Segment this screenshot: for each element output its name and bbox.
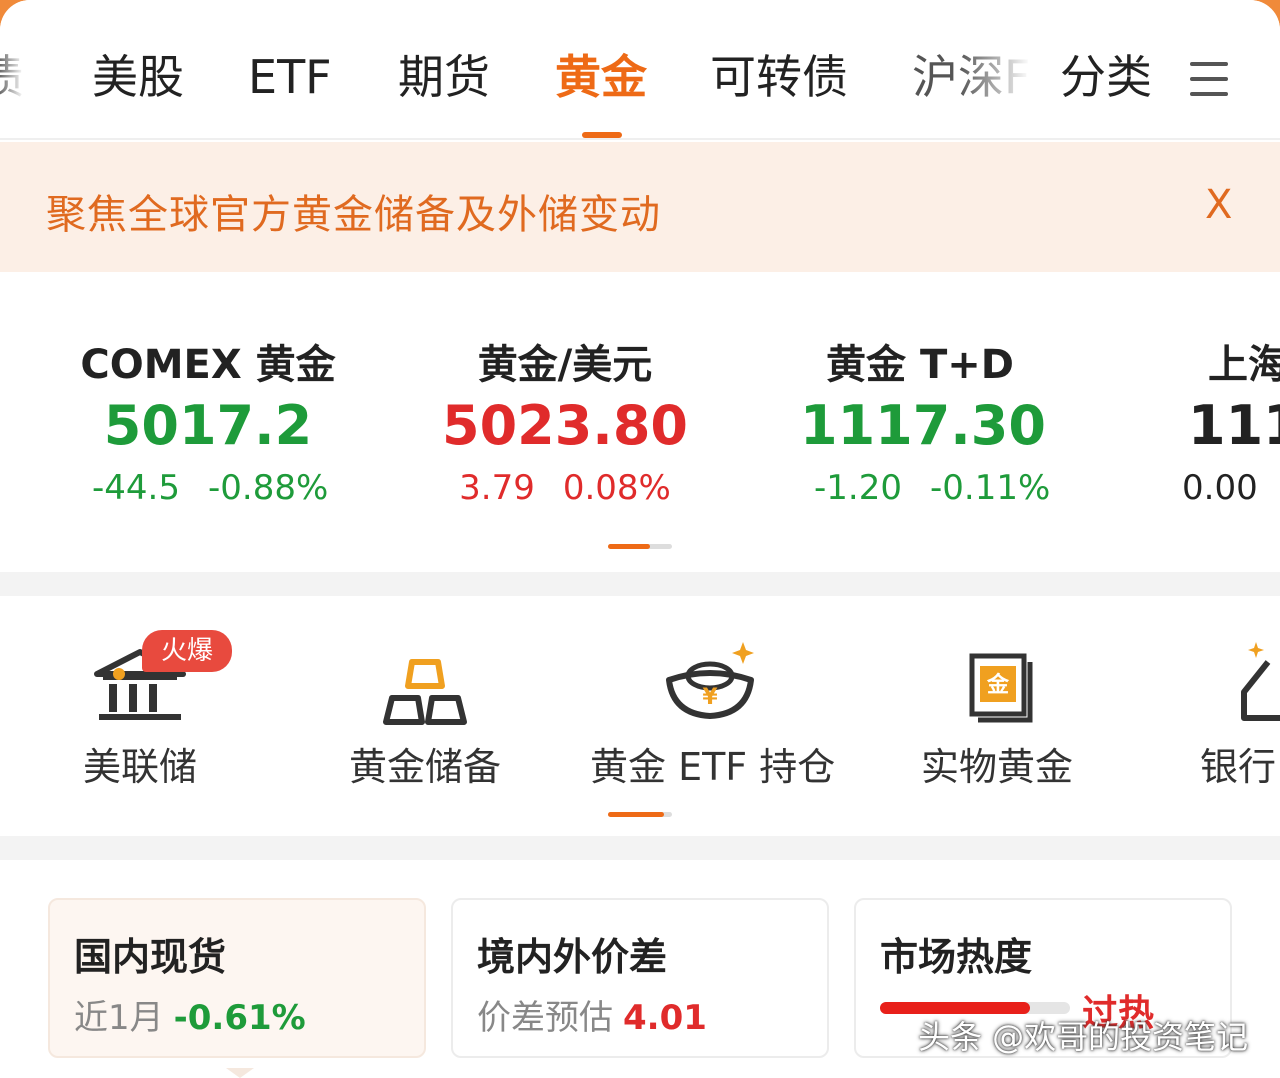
page: 债 美股 ETF 期货 黄金 可转债 沪深F 分类 聚焦全球官方黄金储备及外储变… [0, 0, 1280, 1078]
quote-name: 黄金/美元 [477, 342, 653, 388]
quote-price: 1117 [1188, 394, 1280, 457]
tab-categories[interactable]: 分类 [1060, 50, 1152, 105]
quote-change: -1.20 -0.11% [814, 468, 1051, 508]
quote-price: 1117.30 [800, 394, 1046, 457]
feature-label: 黄金储备 [348, 745, 501, 789]
feature-gold-reserves[interactable]: 黄金储备 [340, 636, 510, 791]
banner-text: 聚焦全球官方黄金储备及外储变动 [46, 192, 661, 238]
quote-shanghai[interactable]: 上海 1117 0.00 [1168, 332, 1280, 508]
quote-comex-gold[interactable]: COMEX 黄金 5017.2 -44.5 -0.88% [78, 332, 338, 508]
card-pointer [226, 1068, 254, 1078]
quote-change: -44.5 -0.88% [92, 468, 329, 508]
tab-etf[interactable]: ETF [248, 50, 332, 105]
bank-gold-icon [1200, 636, 1280, 726]
quote-name: 上海 [1208, 342, 1280, 388]
card-subtitle: 价差预估 4.01 [477, 998, 707, 1038]
feature-bank[interactable]: 银行 [1200, 636, 1280, 791]
card-title: 国内现货 [74, 935, 227, 979]
card-price-spread[interactable]: 境内外价差 价差预估 4.01 [451, 898, 829, 1058]
tab-gold[interactable]: 黄金 [555, 50, 647, 105]
feature-label: 银行 [1200, 745, 1277, 789]
menu-icon[interactable] [1190, 60, 1228, 98]
quote-price: 5017.2 [103, 394, 313, 457]
feature-label: 美联储 [82, 745, 197, 789]
gold-bars-icon [370, 636, 480, 726]
svg-text:金: 金 [986, 672, 1010, 698]
feature-pager [608, 812, 672, 817]
svg-text:¥: ¥ [702, 685, 718, 710]
hot-badge: 火爆 [142, 630, 232, 672]
section-divider [0, 836, 1280, 860]
quote-name: COMEX 黄金 [80, 342, 336, 388]
card-domestic-spot[interactable]: 国内现货 近1月 -0.61% [48, 898, 426, 1058]
gold-certificate-icon: 金 [942, 636, 1052, 726]
feature-label: 实物黄金 [920, 745, 1073, 789]
category-tabs: 债 美股 ETF 期货 黄金 可转债 沪深F 分类 [0, 0, 1280, 140]
tab-convertible-bonds[interactable]: 可转债 [710, 50, 848, 105]
card-value: -0.61% [173, 998, 306, 1038]
quote-carousel: COMEX 黄金 5017.2 -44.5 -0.88% 黄金/美元 5023.8… [0, 272, 1280, 572]
card-title: 市场热度 [880, 935, 1033, 979]
quote-change: 0.00 [1182, 468, 1258, 508]
carousel-pager [608, 544, 672, 549]
card-title: 境内外价差 [477, 935, 668, 979]
close-icon[interactable]: X [1205, 182, 1232, 228]
tab-us-stocks[interactable]: 美股 [92, 50, 184, 105]
feature-label: 黄金 ETF 持仓 [590, 745, 836, 789]
quote-change: 3.79 0.08% [459, 468, 671, 508]
quote-name: 黄金 T+D [826, 342, 1014, 388]
tab-futures[interactable]: 期货 [398, 50, 490, 105]
tab-shanghai-shenzhen[interactable]: 沪深F [912, 50, 1030, 105]
watermark: 头条 @欢哥的投资笔记 [918, 1018, 1249, 1056]
gold-ingot-icon: ¥ [655, 636, 765, 726]
quote-gold-td[interactable]: 黄金 T+D 1117.30 -1.20 -0.11% [800, 332, 1051, 508]
feature-gold-etf[interactable]: ¥ 黄金 ETF 持仓 [590, 636, 836, 791]
feature-row: 美联储 火爆 黄金储备 ¥ 黄金 ETF 持仓 金 实物黄金 银行 [0, 596, 1280, 836]
notice-banner[interactable]: 聚焦全球官方黄金储备及外储变动 X [0, 142, 1280, 272]
quote-price: 5023.80 [442, 394, 688, 457]
quote-gold-usd[interactable]: 黄金/美元 5023.80 3.79 0.08% [440, 332, 690, 508]
section-divider [0, 572, 1280, 596]
card-value: 4.01 [623, 998, 707, 1038]
card-subtitle: 近1月 -0.61% [74, 998, 306, 1038]
active-tab-indicator [582, 132, 622, 138]
tab-bond[interactable]: 债 [0, 50, 24, 105]
feature-physical-gold[interactable]: 金 实物黄金 [912, 636, 1082, 791]
